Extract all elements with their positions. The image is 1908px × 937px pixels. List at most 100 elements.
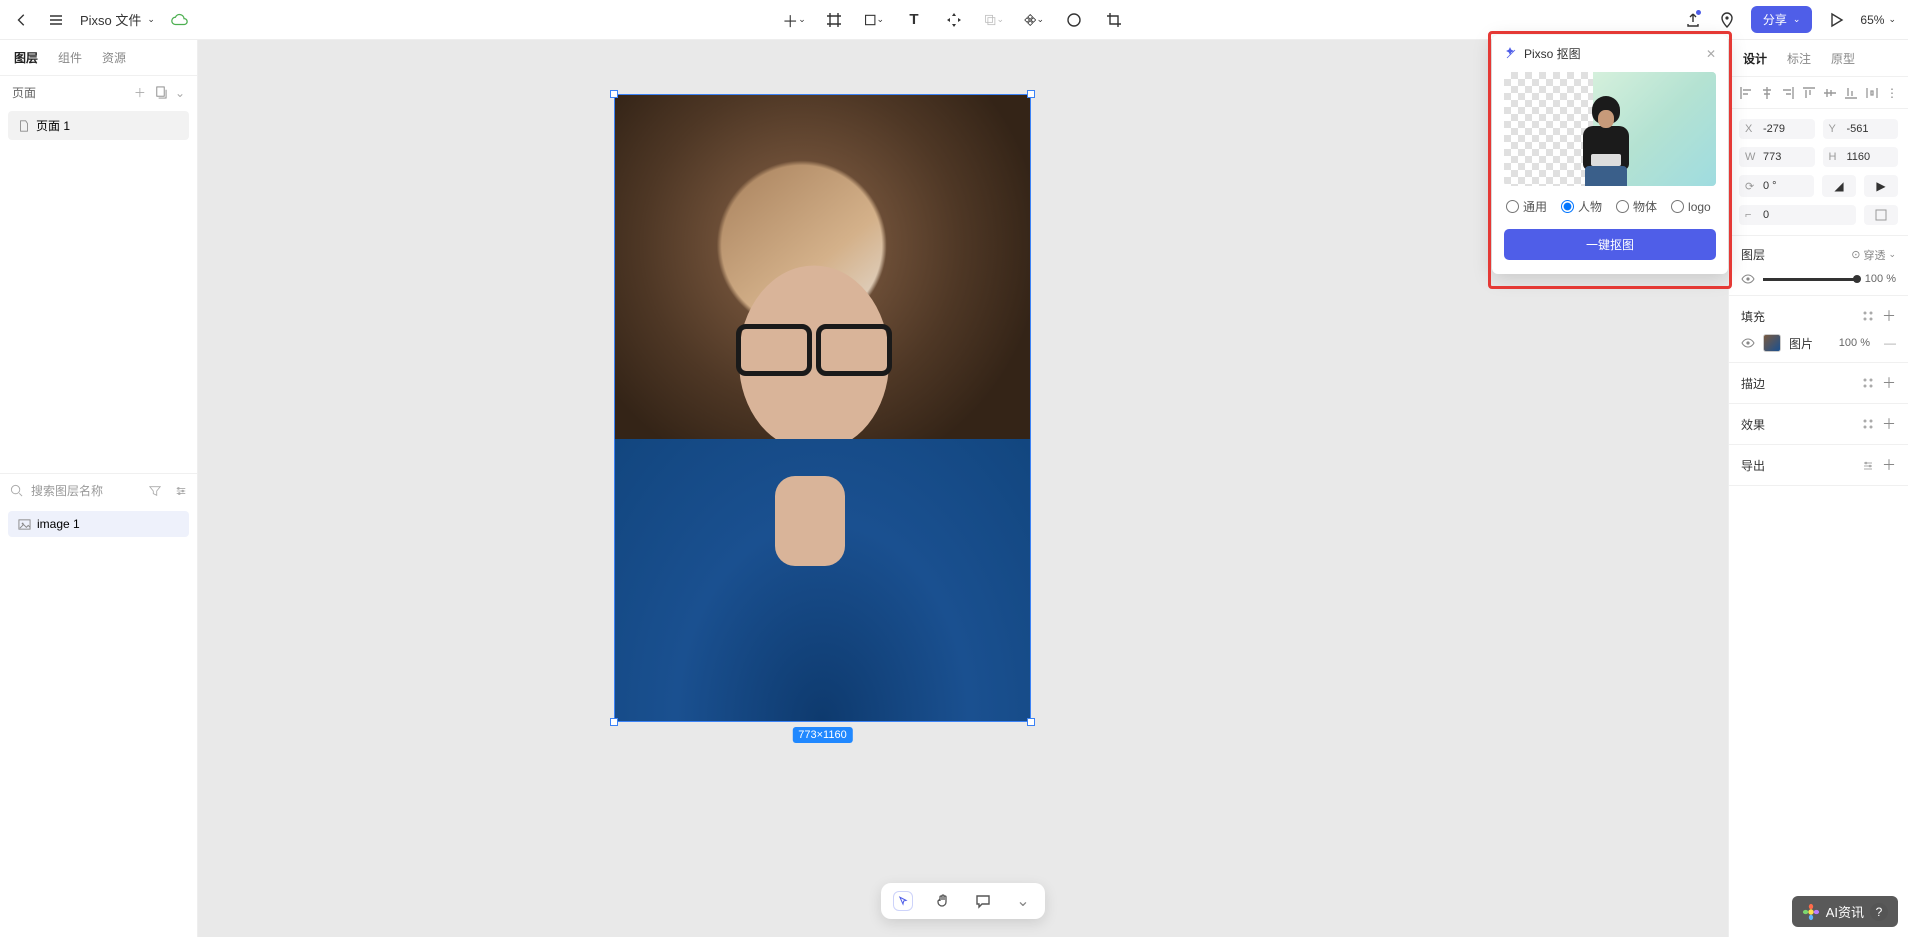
effects-section: 效果 ＋ bbox=[1729, 404, 1908, 445]
rotation-field[interactable]: ⟳0 ° bbox=[1739, 175, 1814, 197]
play-icon[interactable] bbox=[1826, 10, 1846, 30]
top-center-tools: ＋⌄ ⌄ T ⌄ ⌄ bbox=[784, 10, 1124, 30]
flip-v-icon[interactable]: ▶ bbox=[1864, 175, 1898, 197]
tab-assets[interactable]: 资源 bbox=[102, 49, 126, 66]
text-tool[interactable]: T bbox=[904, 10, 924, 30]
resize-handle-bl[interactable] bbox=[610, 718, 618, 726]
w-field[interactable]: W773 bbox=[1739, 147, 1815, 167]
right-panel: 设计 标注 原型 ⋮ X-279 Y-561 W773 H1160 ⟳0 ° ◢… bbox=[1728, 40, 1908, 937]
file-title[interactable]: Pixso 文件⌄ bbox=[80, 10, 155, 29]
tab-layers[interactable]: 图层 bbox=[14, 49, 38, 66]
fill-styles-icon[interactable] bbox=[1862, 310, 1874, 322]
share-button[interactable]: 分享⌄ bbox=[1751, 6, 1813, 33]
align-hcenter-icon[interactable] bbox=[1760, 85, 1774, 100]
opt-logo[interactable]: logo bbox=[1671, 198, 1711, 215]
expand-radius-icon[interactable] bbox=[1864, 205, 1898, 225]
export-settings-icon[interactable] bbox=[1862, 459, 1874, 471]
close-icon[interactable]: ✕ bbox=[1706, 47, 1716, 61]
align-top-icon[interactable] bbox=[1802, 85, 1816, 100]
zoom-level[interactable]: 65%⌄ bbox=[1860, 13, 1896, 27]
blend-mode[interactable]: ⊙穿透⌄ bbox=[1851, 247, 1896, 263]
add-effect-icon[interactable]: ＋ bbox=[1882, 414, 1896, 434]
component-tool[interactable]: ⌄ bbox=[1024, 10, 1044, 30]
location-icon[interactable] bbox=[1717, 10, 1737, 30]
left-panel: 图层 组件 资源 页面 ＋ ⌄ 页面 1 搜索图层名称 image 1 bbox=[0, 40, 198, 937]
wand-icon bbox=[1504, 47, 1518, 61]
resize-handle-tr[interactable] bbox=[1027, 90, 1035, 98]
radius-field[interactable]: ⌐0 bbox=[1739, 205, 1856, 225]
add-export-icon[interactable]: ＋ bbox=[1882, 455, 1896, 475]
remove-fill-icon[interactable]: — bbox=[1884, 336, 1896, 350]
hand-tool[interactable] bbox=[933, 891, 953, 911]
shape-tool[interactable]: ⌄ bbox=[864, 10, 884, 30]
opacity-value[interactable]: 100 % bbox=[1865, 273, 1896, 285]
filter-icon[interactable] bbox=[149, 485, 161, 497]
layer-section: 图层 ⊙穿透⌄ 100 % bbox=[1729, 236, 1908, 296]
flower-icon bbox=[1802, 903, 1820, 921]
fill-section: 填充 ＋ 图片 100 % — bbox=[1729, 296, 1908, 363]
help-icon[interactable]: ? bbox=[1870, 903, 1888, 921]
selected-image[interactable] bbox=[615, 95, 1030, 721]
align-left-icon[interactable] bbox=[1739, 85, 1753, 100]
add-stroke-icon[interactable]: ＋ bbox=[1882, 373, 1896, 393]
visibility-icon[interactable] bbox=[1741, 338, 1755, 348]
resize-handle-tl[interactable] bbox=[610, 90, 618, 98]
matting-button[interactable]: 一键抠图 bbox=[1504, 229, 1716, 260]
visibility-icon[interactable] bbox=[1741, 274, 1755, 284]
resize-handle-br[interactable] bbox=[1027, 718, 1035, 726]
page-copy-icon[interactable] bbox=[154, 86, 167, 99]
settings-icon[interactable] bbox=[175, 485, 187, 497]
distribute-h-icon[interactable] bbox=[1865, 85, 1879, 100]
y-field[interactable]: Y-561 bbox=[1823, 119, 1899, 139]
layer-search[interactable]: 搜索图层名称 bbox=[0, 473, 197, 507]
crop-tool[interactable] bbox=[1104, 10, 1124, 30]
opacity-slider[interactable] bbox=[1763, 278, 1857, 281]
export-icon[interactable] bbox=[1683, 10, 1703, 30]
page-item[interactable]: 页面 1 bbox=[8, 111, 189, 140]
matting-options: 通用 人物 物体 logo bbox=[1492, 186, 1728, 225]
fill-swatch[interactable] bbox=[1763, 334, 1781, 352]
add-tool[interactable]: ＋⌄ bbox=[784, 10, 804, 30]
bottom-toolbar: ⌄ bbox=[881, 883, 1045, 919]
opt-person[interactable]: 人物 bbox=[1561, 198, 1602, 215]
layer-name: image 1 bbox=[37, 517, 80, 531]
opt-general[interactable]: 通用 bbox=[1506, 198, 1547, 215]
effect-styles-icon[interactable] bbox=[1862, 418, 1874, 430]
cursor-tool[interactable] bbox=[893, 891, 913, 911]
tab-annotate[interactable]: 标注 bbox=[1787, 50, 1811, 67]
align-vcenter-icon[interactable] bbox=[1823, 85, 1837, 100]
transform-props: X-279 Y-561 W773 H1160 ⟳0 ° ◢ ▶ ⌐0 bbox=[1729, 109, 1908, 236]
add-page-icon[interactable]: ＋ bbox=[134, 84, 146, 101]
x-field[interactable]: X-279 bbox=[1739, 119, 1815, 139]
flip-h-icon[interactable]: ◢ bbox=[1822, 175, 1856, 197]
tab-prototype[interactable]: 原型 bbox=[1831, 50, 1855, 67]
boolean-tool[interactable]: ⌄ bbox=[984, 10, 1004, 30]
chevron-down-icon[interactable]: ⌄ bbox=[175, 86, 185, 100]
matting-preview bbox=[1504, 72, 1716, 186]
frame-tool[interactable] bbox=[824, 10, 844, 30]
comment-tool[interactable] bbox=[973, 891, 993, 911]
move-tool[interactable] bbox=[944, 10, 964, 30]
back-icon[interactable] bbox=[12, 10, 32, 30]
cloud-sync-icon[interactable] bbox=[169, 10, 189, 30]
h-field[interactable]: H1160 bbox=[1823, 147, 1899, 167]
ellipse-tool[interactable] bbox=[1064, 10, 1084, 30]
selection-frame[interactable]: 773×1160 bbox=[614, 94, 1031, 722]
pages-label: 页面 bbox=[12, 84, 36, 101]
align-right-icon[interactable] bbox=[1781, 85, 1795, 100]
menu-icon[interactable] bbox=[46, 10, 66, 30]
add-fill-icon[interactable]: ＋ bbox=[1882, 306, 1896, 326]
stroke-styles-icon[interactable] bbox=[1862, 377, 1874, 389]
pages-header: 页面 ＋ ⌄ bbox=[0, 76, 197, 109]
layer-item[interactable]: image 1 bbox=[8, 511, 189, 537]
more-tools[interactable]: ⌄ bbox=[1013, 891, 1033, 911]
opt-object[interactable]: 物体 bbox=[1616, 198, 1657, 215]
tab-components[interactable]: 组件 bbox=[58, 49, 82, 66]
align-more-icon[interactable]: ⋮ bbox=[1886, 85, 1898, 100]
export-section: 导出 ＋ bbox=[1729, 445, 1908, 486]
watermark-badge: AI资讯 ? bbox=[1792, 896, 1898, 927]
tab-design[interactable]: 设计 bbox=[1743, 50, 1767, 67]
fill-opacity[interactable]: 100 % bbox=[1839, 337, 1870, 349]
align-bottom-icon[interactable] bbox=[1844, 85, 1858, 100]
top-left: Pixso 文件⌄ bbox=[12, 10, 189, 30]
